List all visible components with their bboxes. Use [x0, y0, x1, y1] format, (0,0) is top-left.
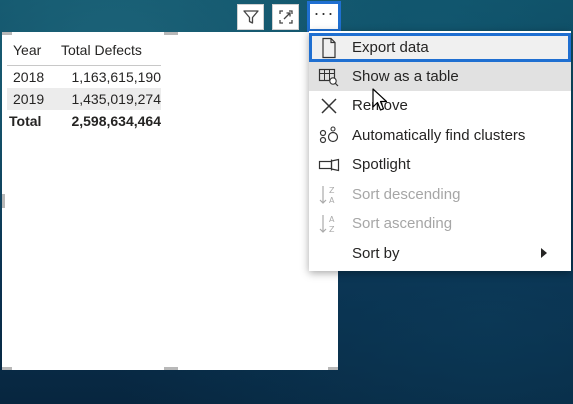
- total-label: Total: [9, 113, 42, 129]
- resize-handle-left[interactable]: [2, 194, 5, 208]
- menu-item-export-data[interactable]: Export data: [309, 33, 571, 62]
- close-icon: [318, 95, 340, 117]
- menu-item-remove[interactable]: Remove: [309, 91, 571, 120]
- filter-icon: [242, 10, 259, 24]
- menu-item-sort-ascending[interactable]: A Z Sort ascending: [309, 209, 571, 238]
- table-visual[interactable]: Year Total Defects 2018 1,163,615,190 20…: [2, 32, 338, 370]
- sort-descending-icon: Z A: [318, 184, 340, 206]
- resize-handle-top[interactable]: [164, 32, 178, 35]
- table-row[interactable]: 2018 1,163,615,190: [7, 65, 161, 88]
- cell-total-defects: 1,163,615,190: [71, 69, 161, 85]
- cell-year: 2019: [13, 91, 45, 107]
- menu-item-label: Export data: [352, 39, 429, 56]
- column-header-total-defects[interactable]: Total Defects: [61, 42, 142, 58]
- clusters-icon: [318, 125, 340, 147]
- menu-item-label: Spotlight: [352, 156, 411, 173]
- svg-text:Z: Z: [329, 225, 335, 234]
- menu-item-label: Sort by: [352, 245, 400, 262]
- sort-ascending-icon: A Z: [318, 213, 340, 235]
- menu-item-sort-descending[interactable]: Z A Sort descending: [309, 180, 571, 209]
- menu-item-label: Sort ascending: [352, 215, 453, 232]
- menu-item-show-as-table[interactable]: Show as a table: [309, 62, 571, 91]
- focus-mode-icon: [278, 10, 293, 24]
- menu-item-sort-by[interactable]: Sort by: [309, 239, 571, 268]
- spotlight-icon: [318, 154, 340, 176]
- menu-item-label: Sort descending: [352, 186, 461, 203]
- more-options-icon: ···: [313, 2, 335, 23]
- menu-item-label: Automatically find clusters: [352, 127, 526, 144]
- submenu-arrow-icon: [541, 248, 547, 258]
- svg-text:A: A: [329, 215, 335, 224]
- table-row[interactable]: 2019 1,435,019,274: [7, 88, 161, 110]
- table-icon: [318, 66, 340, 88]
- svg-text:Z: Z: [329, 186, 335, 195]
- resize-handle-bottom-left[interactable]: [2, 367, 12, 370]
- menu-item-label: Show as a table: [352, 68, 459, 85]
- svg-text:A: A: [329, 196, 335, 205]
- table-total-row: Total 2,598,634,464: [7, 110, 161, 134]
- menu-item-find-clusters[interactable]: Automatically find clusters: [309, 121, 571, 150]
- context-menu: Export data Show as a table Remove: [309, 31, 571, 271]
- export-icon: [318, 37, 340, 59]
- resize-handle-bottom-right[interactable]: [328, 367, 338, 370]
- cell-total-defects: 1,435,019,274: [71, 91, 161, 107]
- cell-year: 2018: [13, 69, 45, 85]
- resize-handle-bottom[interactable]: [164, 367, 178, 370]
- table-header-row: Year Total Defects: [7, 39, 161, 65]
- menu-item-spotlight[interactable]: Spotlight: [309, 150, 571, 179]
- more-options-button[interactable]: ···: [307, 1, 341, 32]
- column-header-year[interactable]: Year: [13, 42, 41, 58]
- mouse-cursor-icon: [372, 88, 388, 111]
- resize-handle-top-left[interactable]: [2, 32, 12, 35]
- filter-button[interactable]: [237, 4, 264, 30]
- defects-table: Year Total Defects 2018 1,163,615,190 20…: [7, 39, 161, 134]
- total-value: 2,598,634,464: [71, 113, 161, 129]
- focus-mode-button[interactable]: [272, 4, 299, 30]
